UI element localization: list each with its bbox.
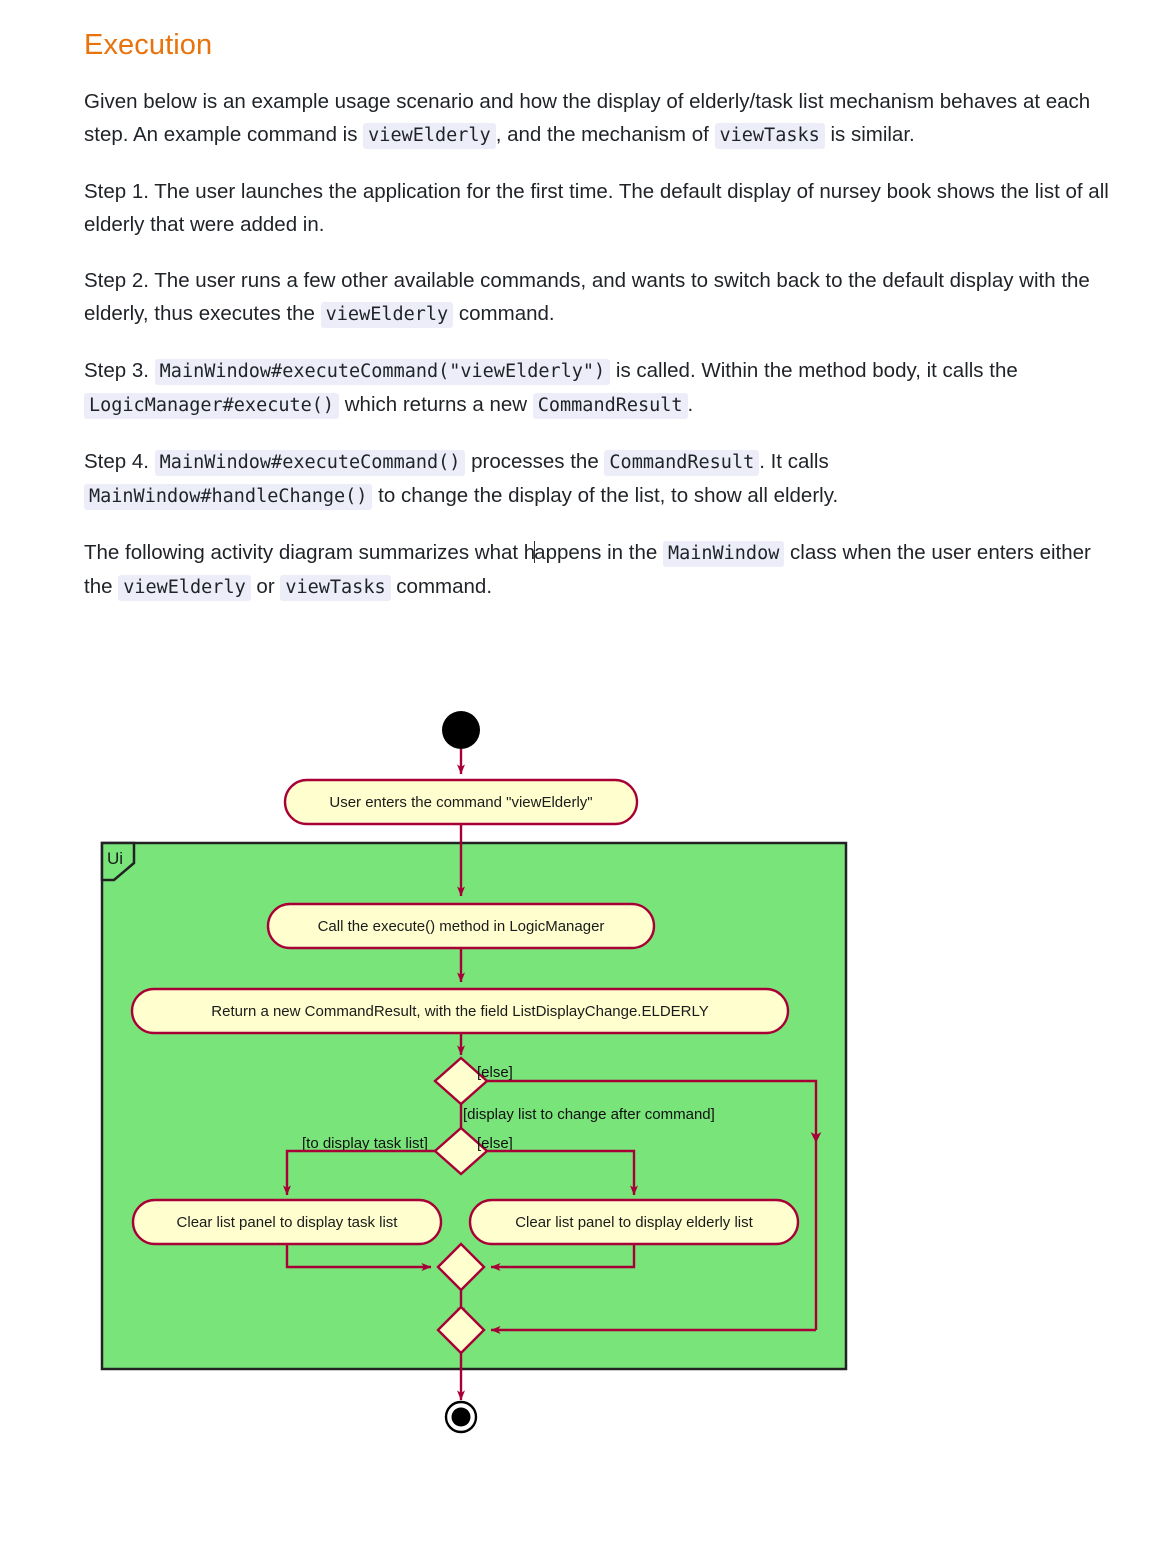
step4-text-2: processes the [465,449,605,473]
paragraph-step-1: Step 1. The user launches the applicatio… [84,175,1120,241]
activity-return-command-result-label: Return a new CommandResult, with the fie… [211,1003,708,1020]
activity-clear-task-list-label: Clear list panel to display task list [177,1214,399,1231]
code-chip-mainwindow: MainWindow [662,540,785,567]
article-content: Execution Given below is an example usag… [84,28,1120,627]
activity-diagram: Ui User enters the command "viewElderly"… [0,700,1160,1460]
paragraph-intro: Given below is an example usage scenario… [84,85,1120,152]
step2-text-1: Step 2. The user runs a few other availa… [84,268,1090,325]
page-title: Execution [84,29,213,61]
activity-user-enters-label: User enters the command "viewElderly" [329,794,592,811]
activity-clear-task-list: Clear list panel to display task list [131,1198,443,1246]
code-chip-summary-view-tasks: viewTasks [280,574,391,601]
step3-text-2: is called. Within the method body, it ca… [610,358,1018,382]
step3-text-3: which returns a new [339,392,533,416]
guard-else-inner: [else] [477,1135,513,1152]
intro-text-2: , and the mechanism of [495,122,715,146]
code-chip-view-elderly: viewElderly [363,122,496,149]
step4-text-3: . It calls [759,449,829,473]
step4-text-1: Step 4. [84,449,155,473]
summary-text-4: command. [390,574,493,598]
paragraph-step-4: Step 4. MainWindow#executeCommand() proc… [84,445,1120,513]
code-chip-mainwindow-executecommand-arg: MainWindow#executeCommand("viewElderly") [154,358,611,385]
step3-text-4: . [687,392,694,416]
activity-return-command-result: Return a new CommandResult, with the fie… [130,987,790,1035]
summary-text-1: The following activity diagram summarize… [84,540,536,564]
activity-call-execute-label: Call the execute() method in LogicManage… [318,918,605,935]
activity-call-execute: Call the execute() method in LogicManage… [266,902,656,950]
paragraph-summary: The following activity diagram summarize… [84,536,1120,604]
paragraph-step-3: Step 3. MainWindow#executeCommand("viewE… [84,354,1120,422]
code-chip-mainwindow-handlechange: MainWindow#handleChange() [84,483,373,510]
paragraph-step-2: Step 2. The user runs a few other availa… [84,264,1120,331]
summary-text-1b: appens in the [534,540,663,564]
code-chip-mainwindow-executecommand: MainWindow#executeCommand() [154,449,466,476]
step4-text-4: to change the display of the list, to sh… [372,483,839,507]
code-chip-commandresult-1: CommandResult [532,392,688,419]
guard-display-list-change: [display list to change after command] [463,1106,715,1123]
intro-text-3: is similar. [824,122,915,146]
code-chip-logicmanager-execute: LogicManager#execute() [84,392,340,419]
step1-text-1: Step 1. The user launches the applicatio… [84,179,1109,236]
code-chip-step2-view-elderly: viewElderly [320,301,454,328]
activity-clear-elderly-list: Clear list panel to display elderly list [468,1198,800,1246]
end-node [444,1400,478,1434]
code-chip-view-tasks: viewTasks [714,122,825,149]
guard-else-outer: [else] [477,1064,513,1081]
activity-clear-elderly-list-label: Clear list panel to display elderly list [515,1214,753,1231]
guard-to-display-task-list: [to display task list] [302,1135,428,1152]
step3-text-1: Step 3. [84,358,155,382]
partition-ui-label: Ui [107,849,123,868]
code-chip-summary-view-elderly: viewElderly [118,574,251,601]
step2-text-2: command. [453,301,555,325]
code-chip-commandresult-2: CommandResult [604,449,760,476]
summary-text-3: or [250,574,281,598]
page-root: Execution Given below is an example usag… [0,0,1160,1552]
activity-user-enters: User enters the command "viewElderly" [283,778,639,826]
start-node [442,711,480,749]
diagram-canvas: Ui User enters the command "viewElderly"… [100,711,848,1434]
